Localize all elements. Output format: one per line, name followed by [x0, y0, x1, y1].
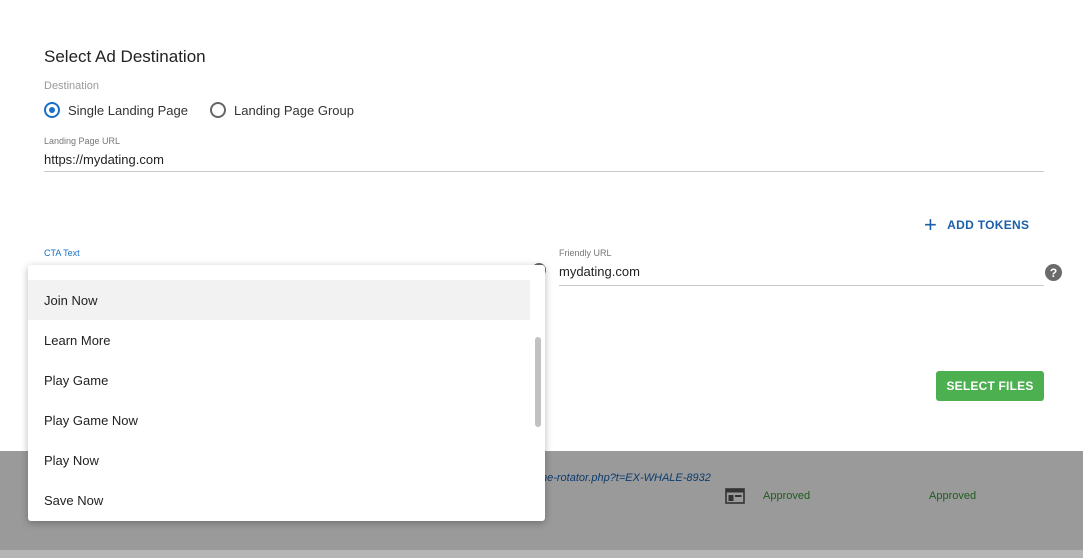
add-tokens-label: ADD TOKENS	[947, 218, 1030, 232]
select-files-button[interactable]: SELECT FILES	[936, 371, 1044, 401]
radio-unchecked-icon[interactable]	[210, 102, 226, 118]
cta-option-play-game[interactable]: Play Game	[28, 360, 530, 400]
cta-option-play-game-now[interactable]: Play Game Now	[28, 400, 530, 440]
radio-landing-page-group[interactable]: Landing Page Group	[210, 102, 354, 118]
friendly-url-underline	[559, 285, 1044, 286]
cta-option-play-now[interactable]: Play Now	[28, 440, 530, 480]
help-icon[interactable]: ?	[1045, 264, 1062, 281]
cta-option-list: Join Now Learn More Play Game Play Game …	[28, 280, 530, 520]
radio-single-landing-page[interactable]: Single Landing Page	[44, 102, 188, 118]
friendly-url-label: Friendly URL	[559, 248, 612, 258]
landing-page-link[interactable]: ne-rotator.php?t=EX-WHALE-8932	[541, 472, 711, 484]
landing-page-url-label: Landing Page URL	[44, 136, 121, 146]
radio-label-single: Single Landing Page	[68, 102, 188, 118]
radio-label-group: Landing Page Group	[234, 102, 354, 118]
dropdown-scrollbar-thumb[interactable]	[535, 337, 541, 427]
page-title: Select Ad Destination	[44, 47, 206, 66]
destination-label: Destination	[44, 80, 100, 92]
background-strip	[0, 550, 1083, 558]
page: ne-rotator.php?t=EX-WHALE-8932 Approved …	[0, 0, 1083, 558]
creative-preview-icon[interactable]	[725, 488, 745, 504]
cta-text-label: CTA Text	[44, 248, 80, 258]
friendly-url-input[interactable]: mydating.com	[559, 264, 640, 279]
cta-option-join-now[interactable]: Join Now	[28, 280, 530, 320]
overall-status-badge: Approved	[929, 490, 977, 502]
landing-page-url-input[interactable]: https://mydating.com	[44, 152, 164, 167]
plus-icon: +	[924, 212, 938, 237]
creative-status-badge: Approved	[763, 490, 811, 502]
add-tokens-button[interactable]: + ADD TOKENS	[924, 212, 1030, 237]
cta-option-learn-more[interactable]: Learn More	[28, 320, 530, 360]
cta-text-dropdown[interactable]: Join Now Learn More Play Game Play Game …	[28, 265, 545, 521]
cta-option-save-now[interactable]: Save Now	[28, 480, 530, 520]
radio-checked-icon[interactable]	[44, 102, 60, 118]
landing-page-url-underline	[44, 171, 1044, 172]
